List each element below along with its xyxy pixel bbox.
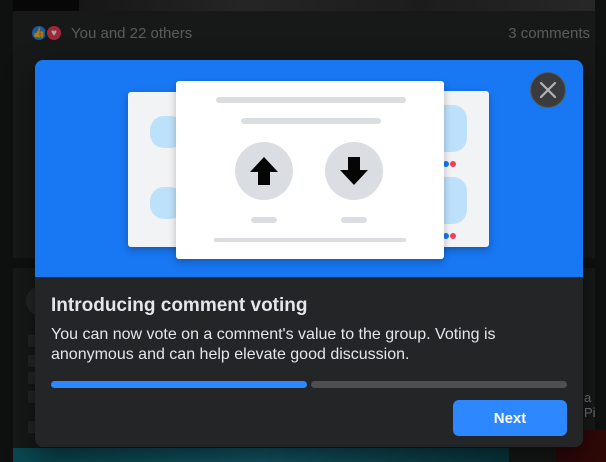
progress-step-1 [51, 381, 307, 388]
comment-voting-dialog: Introducing comment voting You can now v… [35, 60, 583, 447]
arrow-down-icon [325, 142, 383, 200]
next-button[interactable]: Next [453, 400, 567, 436]
dialog-title: Introducing comment voting [51, 295, 308, 316]
progress-step-2 [311, 381, 567, 388]
close-button[interactable] [530, 72, 566, 108]
arrow-up-icon [235, 142, 293, 200]
illustration-card-front [176, 81, 444, 259]
close-icon [539, 81, 557, 99]
screen: 👍 ♥ You and 22 others 3 comments a Pi In… [0, 0, 606, 462]
illustration-banner [35, 60, 583, 277]
dialog-description: You can now vote on a comment's value to… [51, 326, 496, 363]
